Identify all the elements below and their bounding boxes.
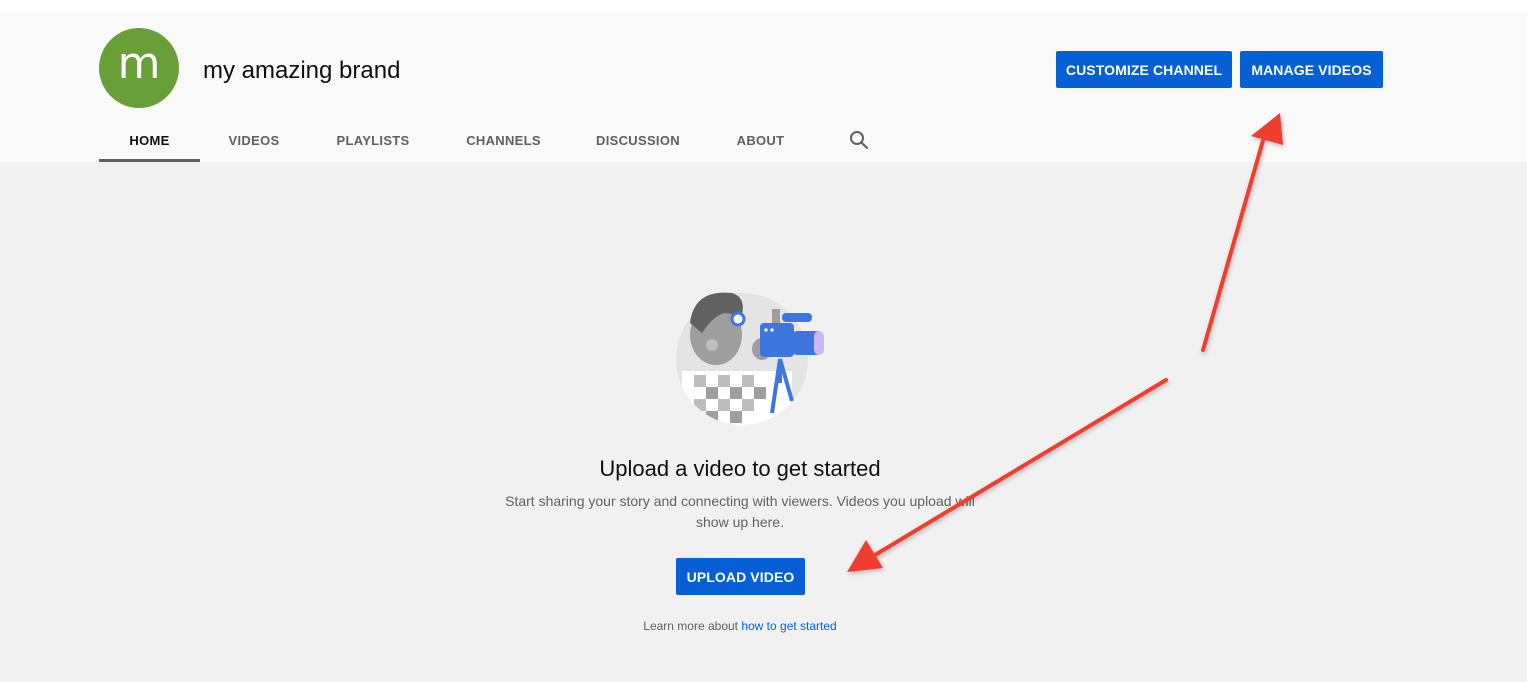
- avatar-letter: m: [117, 38, 161, 89]
- top-strip: [0, 0, 1527, 12]
- tab-channels[interactable]: CHANNELS: [454, 118, 553, 162]
- camera-operator-illustration: [676, 292, 824, 425]
- learn-more-text: Learn more about how to get started: [540, 618, 940, 634]
- how-to-get-started-link[interactable]: how to get started: [741, 619, 836, 633]
- tab-videos[interactable]: VIDEOS: [216, 118, 292, 162]
- tab-discussion[interactable]: DISCUSSION: [585, 118, 691, 162]
- search-icon[interactable]: [847, 128, 871, 152]
- customize-channel-button[interactable]: CUSTOMIZE CHANNEL: [1056, 51, 1232, 88]
- empty-state-title: Upload a video to get started: [599, 456, 881, 481]
- channel-name: my amazing brand: [203, 57, 401, 84]
- learn-more-prefix: Learn more about: [643, 619, 742, 633]
- tab-home[interactable]: HOME: [99, 118, 200, 162]
- tab-playlists[interactable]: PLAYLISTS: [324, 118, 422, 162]
- upload-video-button[interactable]: UPLOAD VIDEO: [676, 558, 805, 595]
- empty-state-description: Start sharing your story and connecting …: [505, 493, 975, 530]
- manage-videos-button[interactable]: MANAGE VIDEOS: [1240, 51, 1383, 88]
- channel-avatar[interactable]: m: [99, 28, 179, 108]
- tab-about[interactable]: ABOUT: [723, 118, 798, 162]
